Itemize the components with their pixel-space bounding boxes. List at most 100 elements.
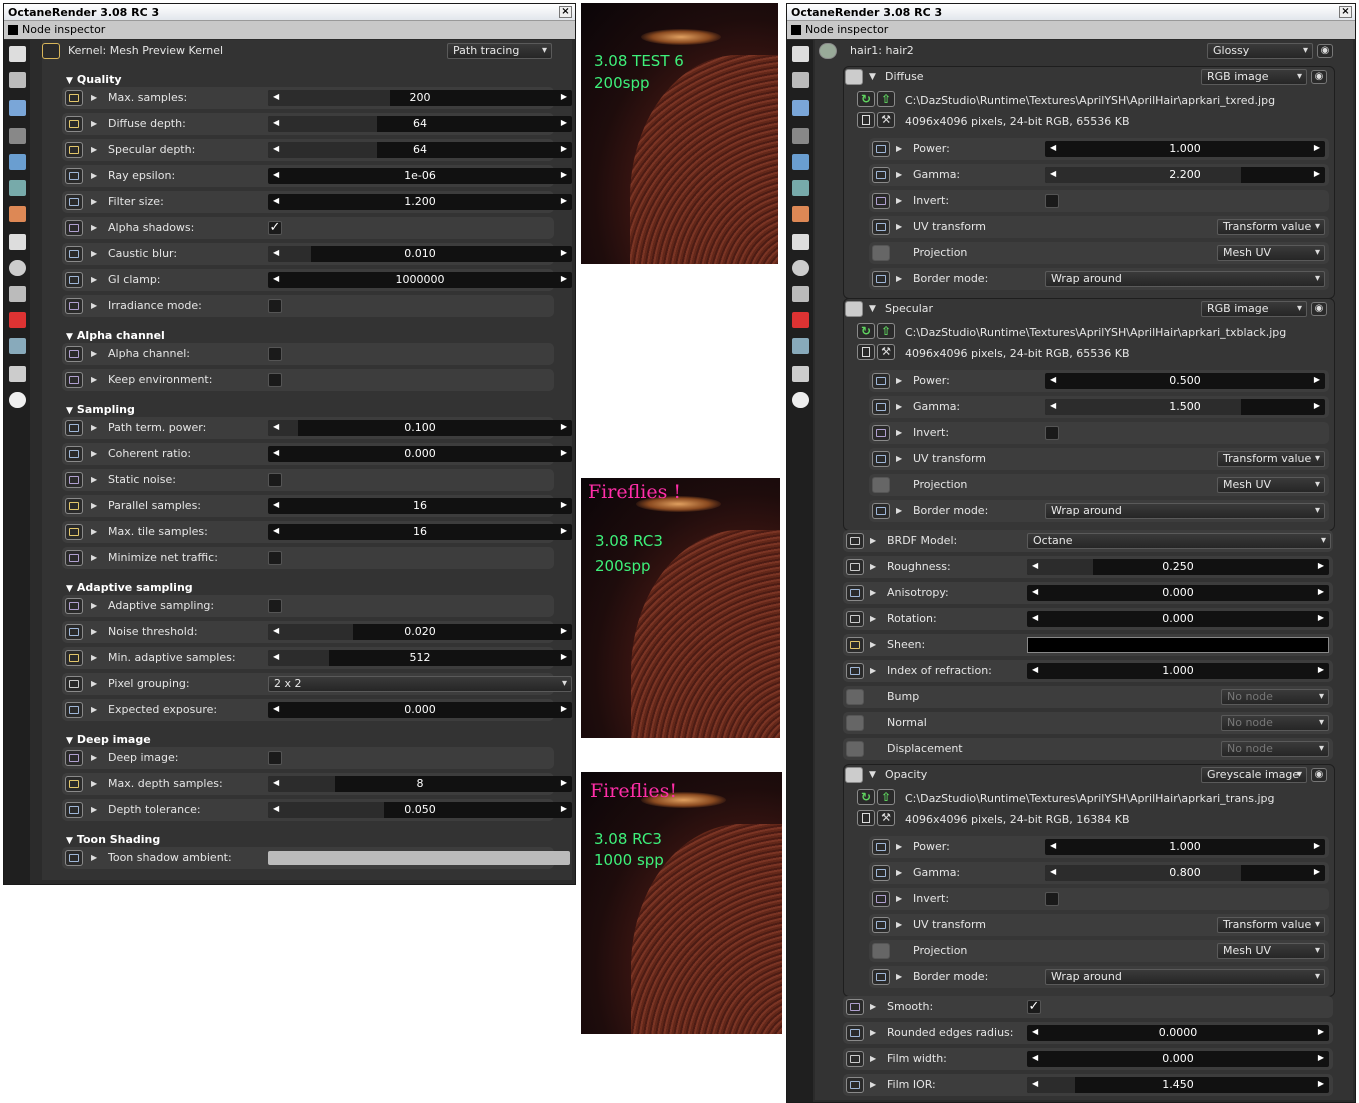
expand-arrow-icon[interactable]: ▶ [91, 300, 99, 310]
pin-icon[interactable] [872, 969, 890, 985]
value-slider[interactable]: ◀ 0.250 ▶ [1027, 559, 1329, 575]
cube-icon[interactable] [9, 312, 26, 328]
expand-arrow-icon[interactable]: ▶ [896, 169, 904, 179]
value-slider[interactable]: ◀ 1.000 ▶ [1045, 141, 1325, 157]
pin-icon[interactable] [872, 399, 890, 415]
value-slider[interactable]: ◀ 64 ▶ [268, 116, 572, 132]
expand-arrow-icon[interactable]: ▶ [91, 170, 99, 180]
material-icon[interactable] [9, 206, 26, 222]
section-alpha[interactable]: ▼ Alpha channel [66, 329, 165, 342]
clock-icon[interactable] [9, 260, 26, 276]
increment-arrow-icon[interactable]: ▶ [1318, 1053, 1324, 1062]
outliner-icon[interactable] [792, 72, 809, 88]
checkbox[interactable] [1045, 194, 1059, 208]
increment-arrow-icon[interactable]: ▶ [561, 448, 567, 457]
pin-icon[interactable] [872, 503, 890, 519]
checkbox[interactable] [268, 551, 282, 565]
sun-icon[interactable] [792, 392, 809, 408]
section-toon[interactable]: ▼ Toon Shading [66, 833, 160, 846]
expand-arrow-icon[interactable]: ▶ [91, 852, 99, 862]
film-icon[interactable] [857, 810, 875, 826]
pin-icon[interactable] [65, 194, 83, 210]
value-slider[interactable]: ◀ 1.200 ▶ [268, 194, 572, 210]
pin-icon[interactable] [65, 624, 83, 640]
sphere-icon[interactable] [819, 43, 837, 59]
wrench-icon[interactable]: ⚒ [877, 112, 895, 128]
pin-icon[interactable] [65, 220, 83, 236]
collapse-triangle-icon[interactable]: ▼ [869, 303, 877, 314]
kernel-icon[interactable] [42, 43, 60, 59]
pin-icon[interactable] [872, 865, 890, 881]
increment-arrow-icon[interactable]: ▶ [1314, 143, 1320, 152]
expand-arrow-icon[interactable]: ▶ [896, 427, 904, 437]
uv-select[interactable]: Transform value [1217, 219, 1325, 235]
pin-icon[interactable] [872, 193, 890, 209]
image-icon[interactable] [792, 100, 809, 116]
value-slider[interactable]: ◀ 0.000 ▶ [1027, 585, 1329, 601]
expand-arrow-icon[interactable]: ▶ [896, 453, 904, 463]
value-slider[interactable]: ◀ 0.0000 ▶ [1027, 1025, 1329, 1041]
pin-icon[interactable] [846, 715, 864, 731]
layers-icon[interactable] [792, 180, 809, 196]
pin-icon[interactable] [65, 272, 83, 288]
value-slider[interactable]: ◀ 0.000 ▶ [1027, 611, 1329, 627]
cube-icon[interactable] [792, 312, 809, 328]
section-sampling[interactable]: ▼ Sampling [66, 403, 135, 416]
eye-icon[interactable]: ◉ [1317, 44, 1333, 58]
pin-icon[interactable] [65, 702, 83, 718]
expand-arrow-icon[interactable]: ▶ [91, 778, 99, 788]
image-icon[interactable] [9, 100, 26, 116]
border-select[interactable]: Wrap around [1045, 969, 1325, 985]
reload-icon[interactable]: ↻ [857, 91, 875, 107]
increment-arrow-icon[interactable]: ▶ [561, 248, 567, 257]
brdf-select[interactable]: Octane [1027, 533, 1331, 549]
clock-icon[interactable] [792, 260, 809, 276]
value-slider[interactable]: ◀ 0.050 ▶ [268, 802, 572, 818]
value-slider[interactable]: ◀ 16 ▶ [268, 498, 572, 514]
expand-arrow-icon[interactable]: ▶ [91, 222, 99, 232]
value-slider[interactable]: ◀ 2.200 ▶ [1045, 167, 1325, 183]
node-link-select[interactable]: No node [1221, 689, 1329, 705]
node-inspector-tab[interactable]: Node inspector [4, 21, 575, 39]
import-icon[interactable]: ⇧ [877, 323, 895, 339]
pin-icon[interactable] [65, 142, 83, 158]
pin-icon[interactable] [65, 346, 83, 362]
expand-arrow-icon[interactable]: ▶ [870, 1079, 878, 1089]
section-deep[interactable]: ▼ Deep image [66, 733, 151, 746]
increment-arrow-icon[interactable]: ▶ [1318, 587, 1324, 596]
expand-arrow-icon[interactable]: ▶ [896, 143, 904, 153]
texture-type-select[interactable]: RGB image [1201, 301, 1307, 317]
increment-arrow-icon[interactable]: ▶ [1318, 561, 1324, 570]
checkbox[interactable]: ✓ [1027, 1000, 1041, 1014]
pin-icon[interactable] [872, 917, 890, 933]
value-slider[interactable]: ◀ 1.500 ▶ [1045, 399, 1325, 415]
expand-arrow-icon[interactable]: ▶ [91, 704, 99, 714]
value-slider[interactable]: ◀ 0.000 ▶ [268, 702, 572, 718]
eye-icon[interactable]: ◉ [1311, 302, 1327, 316]
pin-icon[interactable] [65, 116, 83, 132]
database-icon[interactable] [792, 154, 809, 170]
proj-select[interactable]: Mesh UV [1217, 245, 1325, 261]
layers-icon[interactable] [9, 180, 26, 196]
expand-arrow-icon[interactable]: ▶ [870, 1053, 878, 1063]
proj-select[interactable]: Mesh UV [1217, 943, 1325, 959]
texture-type-select[interactable]: RGB image [1201, 69, 1307, 85]
increment-arrow-icon[interactable]: ▶ [561, 92, 567, 101]
expand-arrow-icon[interactable]: ▶ [91, 196, 99, 206]
texture-type-select[interactable]: Greyscale image [1201, 767, 1307, 783]
increment-arrow-icon[interactable]: ▶ [561, 778, 567, 787]
pin-icon[interactable] [872, 219, 890, 235]
render-icon[interactable] [9, 234, 26, 250]
pin-icon[interactable] [846, 559, 864, 575]
checkbox[interactable]: ✓ [268, 221, 282, 235]
pin-icon[interactable] [872, 943, 890, 959]
pin-icon[interactable] [846, 585, 864, 601]
increment-arrow-icon[interactable]: ▶ [1314, 375, 1320, 384]
expand-arrow-icon[interactable]: ▶ [870, 613, 878, 623]
expand-arrow-icon[interactable]: ▶ [896, 505, 904, 515]
increment-arrow-icon[interactable]: ▶ [561, 626, 567, 635]
pin-icon[interactable] [872, 425, 890, 441]
node-inspector-tab[interactable]: Node inspector [787, 21, 1355, 39]
import-icon[interactable]: ⇧ [877, 91, 895, 107]
pin-icon[interactable] [65, 168, 83, 184]
